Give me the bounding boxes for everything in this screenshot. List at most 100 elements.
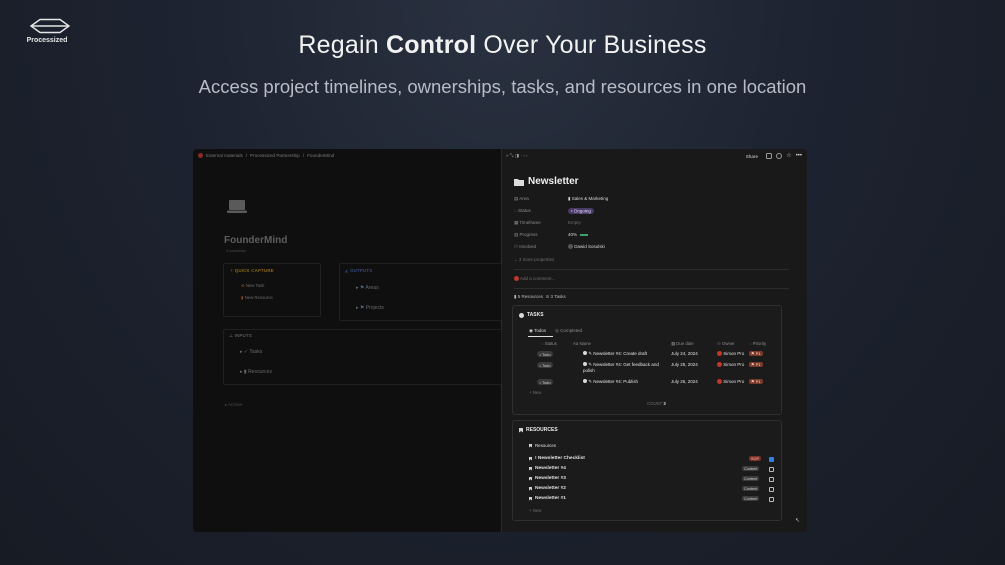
resource-checkbox[interactable]	[769, 477, 774, 482]
divider	[514, 288, 789, 289]
bookmark-icon	[529, 443, 532, 448]
archive-toggle[interactable]: ▸ Archive	[225, 402, 242, 408]
toolbar: » ⤡ ◨ · ‹ › Share ☆ •••	[506, 153, 802, 161]
inputs-box	[223, 329, 502, 385]
priority-badge: ⚑ P1	[749, 379, 763, 384]
task-due-date[interactable]: July 24, 2024	[671, 351, 698, 356]
breadcrumb-item[interactable]: Processized Partnership	[250, 153, 300, 158]
task-check-icon	[583, 362, 587, 366]
priority-badge: ⚑ P1	[749, 351, 763, 356]
property-name: ▥ Progress	[514, 232, 538, 237]
comment-input[interactable]: Add a comment...	[514, 276, 555, 282]
resource-tag: Content	[742, 476, 760, 481]
workspace-icon	[198, 153, 203, 158]
task-priority[interactable]: ⚑ P1	[749, 351, 763, 356]
new-resource-row[interactable]: + New	[529, 508, 541, 513]
task-status-badge[interactable]: • Todo	[537, 379, 554, 385]
bookmark-icon	[529, 466, 532, 471]
inputs-item-tasks[interactable]: ▸ ✓ Tasks	[240, 349, 262, 355]
column-status[interactable]: ◌ Status	[541, 341, 557, 346]
new-task-row[interactable]: + New	[529, 390, 541, 395]
property-name: ▦ Timeframe	[514, 220, 541, 225]
property-timeframe-value[interactable]: Empty	[568, 220, 581, 225]
bookmark-icon	[529, 496, 532, 501]
column-name[interactable]: Aa Name	[573, 341, 591, 346]
resource-row[interactable]: Newsletter #4	[529, 466, 566, 471]
resources-count[interactable]: 5 Resources	[518, 294, 543, 299]
resource-row[interactable]: ! Newsletter Checklist	[529, 456, 585, 461]
task-count: COUNT 3	[647, 401, 666, 406]
column-priority[interactable]: ◌ Priority	[749, 341, 766, 346]
new-task-button[interactable]: ⊕ New Task	[241, 283, 264, 289]
tab-completed[interactable]: ◎ Completed	[555, 328, 582, 334]
resources-panel: RESOURCES Resources ! Newsletter Checkli…	[512, 420, 782, 521]
new-resource-button[interactable]: ▮ New Resource	[241, 295, 273, 301]
property-name: ◌ Status	[514, 208, 531, 213]
folder-icon	[514, 178, 524, 186]
more-properties-toggle[interactable]: ⌄ 2 more properties	[514, 257, 554, 263]
task-owner[interactable]: Simon Pro	[717, 351, 744, 357]
task-status-badge[interactable]: • Todo	[537, 351, 554, 357]
column-due-date[interactable]: ▦ Due date	[671, 341, 694, 347]
resource-tag: Content	[742, 486, 760, 491]
page-title: FounderMind	[224, 235, 288, 246]
backlinks[interactable]: 4 backlinks	[226, 248, 246, 253]
resource-row[interactable]: Newsletter #2	[529, 486, 566, 491]
breadcrumb-item[interactable]: FounderMind	[307, 153, 334, 158]
task-name[interactable]: ✎ Newsletter #4: Create draft	[583, 351, 647, 357]
resource-checkbox[interactable]	[769, 487, 774, 492]
page-title: Newsletter	[514, 176, 579, 187]
resource-row[interactable]: Newsletter #1	[529, 496, 566, 501]
laptop-icon	[227, 200, 247, 213]
inputs-label: ⊥ INPUTS	[229, 333, 252, 338]
nav-icons[interactable]: » ⤡ ◨ · ‹ ›	[506, 153, 528, 158]
linked-counts: ▮ 5 Resources ⊙ 3 Tasks	[514, 294, 566, 299]
avatar	[717, 351, 722, 357]
inputs-item-resources[interactable]: ▸ ▮ Resources	[240, 369, 272, 375]
plus-circle-icon: ⊕	[241, 283, 245, 288]
task-owner[interactable]: Simon Pro	[717, 379, 744, 385]
task-status-badge[interactable]: • Todo	[537, 362, 554, 368]
task-name[interactable]: ✎ Newsletter #4: Publish	[583, 379, 638, 385]
resources-view-tab[interactable]: Resources	[529, 443, 556, 448]
bookmark-icon	[529, 486, 532, 491]
column-owner[interactable]: ⚇ Owner	[717, 341, 735, 347]
progress-bar	[580, 234, 589, 236]
comment-icon[interactable]	[766, 153, 773, 159]
hero-subtitle: Access project timelines, ownerships, ta…	[198, 76, 807, 97]
property-name: ▤ Area	[514, 196, 529, 201]
bookmark-icon: ▮	[241, 295, 244, 300]
property-status-value[interactable]: • Ongoing	[568, 207, 594, 214]
outputs-item-projects[interactable]: ▸ ⚑ Projects	[356, 305, 384, 311]
mouse-cursor-icon: ↖	[794, 518, 800, 524]
resource-tag: SOP	[749, 456, 762, 461]
task-due-date[interactable]: July 26, 2024	[671, 379, 698, 384]
task-due-date[interactable]: July 25, 2024	[671, 362, 698, 367]
status-badge: • Ongoing	[568, 207, 594, 214]
bookmark-icon	[529, 456, 532, 461]
task-priority[interactable]: ⚑ P1	[749, 379, 763, 384]
outputs-item-areas[interactable]: ▸ ⚑ Areas	[356, 285, 379, 291]
more-icon[interactable]: •••	[796, 153, 802, 159]
property-involved-value[interactable]: Dawid Sosulski	[568, 244, 605, 250]
star-icon[interactable]: ☆	[786, 153, 791, 159]
task-check-icon	[583, 351, 587, 355]
resource-checkbox[interactable]	[769, 497, 774, 502]
check-icon	[519, 312, 524, 318]
share-button[interactable]: Share	[746, 154, 758, 159]
task-priority[interactable]: ⚑ P1	[749, 362, 763, 367]
resource-tag: Content	[742, 466, 760, 471]
task-owner[interactable]: Simon Pro	[717, 362, 744, 368]
history-icon[interactable]	[776, 153, 783, 159]
resource-row[interactable]: Newsletter #3	[529, 476, 566, 481]
breadcrumb-item[interactable]: External materials	[206, 153, 243, 158]
property-area-value[interactable]: ▮ Sales & Marketing	[568, 196, 608, 202]
avatar	[514, 276, 519, 282]
resource-checkbox[interactable]	[769, 457, 774, 462]
task-name[interactable]: ✎ Newsletter #4: Get feedback and polish	[583, 362, 663, 374]
resource-checkbox[interactable]	[769, 467, 774, 472]
tasks-count[interactable]: 3 Tasks	[551, 294, 566, 299]
resource-tag: Content	[742, 496, 760, 501]
hero-title: Regain Control Over Your Business	[298, 31, 707, 59]
tab-todos[interactable]: ◉ Todos	[529, 328, 546, 334]
